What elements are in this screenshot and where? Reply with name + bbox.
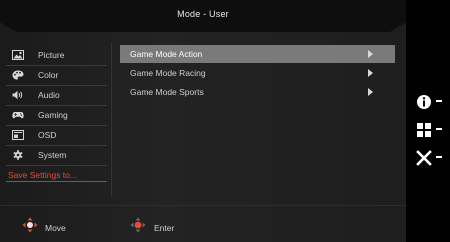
grid-icon <box>417 123 431 137</box>
sidebar-item-label: OSD <box>38 130 57 140</box>
hotkey-info[interactable] <box>412 92 450 120</box>
save-settings-label: Save Settings to... <box>8 170 77 180</box>
info-icon <box>417 95 431 109</box>
sidebar-item-audio[interactable]: Audio <box>6 86 107 106</box>
menu-item-game-mode-action[interactable]: Game Mode Action <box>120 45 395 63</box>
osd-panel: Mode - User Picture Color Audio Gaming O… <box>0 0 406 242</box>
submenu-list: Game Mode Action Game Mode Racing Game M… <box>120 45 395 102</box>
divider <box>111 42 112 197</box>
gear-icon <box>13 150 23 160</box>
osd-title: Mode - User <box>177 9 229 19</box>
move-label: Move <box>45 223 66 233</box>
footer-divider <box>0 205 406 206</box>
speaker-icon <box>12 90 23 100</box>
menu-item-label: Game Mode Sports <box>130 87 204 97</box>
hotkey-exit[interactable] <box>412 148 450 176</box>
osd-footer: Move Enter <box>0 214 406 240</box>
menu-item-game-mode-sports[interactable]: Game Mode Sports <box>120 83 395 101</box>
hotkey-bar <box>412 92 450 176</box>
osd-icon <box>12 130 24 140</box>
palette-icon <box>12 70 24 80</box>
chevron-right-icon <box>368 88 373 96</box>
gamepad-icon <box>12 112 24 119</box>
hotkey-dash <box>436 100 442 102</box>
sidebar-item-label: System <box>38 150 67 160</box>
sidebar-item-label: Color <box>38 70 59 80</box>
osd-sidebar: Picture Color Audio Gaming OSD System Sa… <box>6 46 107 185</box>
enter-dpad-icon <box>130 217 146 233</box>
sidebar-item-picture[interactable]: Picture <box>6 46 107 66</box>
sidebar-item-label: Picture <box>38 50 65 60</box>
sidebar-item-osd[interactable]: OSD <box>6 126 107 146</box>
hotkey-dash <box>436 156 442 158</box>
picture-icon <box>12 50 24 60</box>
save-settings-item[interactable]: Save Settings to... <box>6 166 107 185</box>
menu-item-label: Game Mode Racing <box>130 68 206 78</box>
sidebar-item-gaming[interactable]: Gaming <box>6 106 107 126</box>
chevron-right-icon <box>368 69 373 77</box>
enter-label: Enter <box>154 223 175 233</box>
menu-item-label: Game Mode Action <box>130 49 203 59</box>
move-dpad-icon <box>22 217 38 233</box>
hotkey-menu[interactable] <box>412 120 450 148</box>
sidebar-item-label: Audio <box>38 90 60 100</box>
sidebar-item-label: Gaming <box>38 110 68 120</box>
close-icon <box>416 150 432 166</box>
menu-item-game-mode-racing[interactable]: Game Mode Racing <box>120 64 395 82</box>
chevron-right-icon <box>368 50 373 58</box>
hotkey-dash <box>436 128 442 130</box>
sidebar-item-system[interactable]: System <box>6 146 107 166</box>
sidebar-item-color[interactable]: Color <box>6 66 107 86</box>
save-settings-underline <box>6 181 107 182</box>
